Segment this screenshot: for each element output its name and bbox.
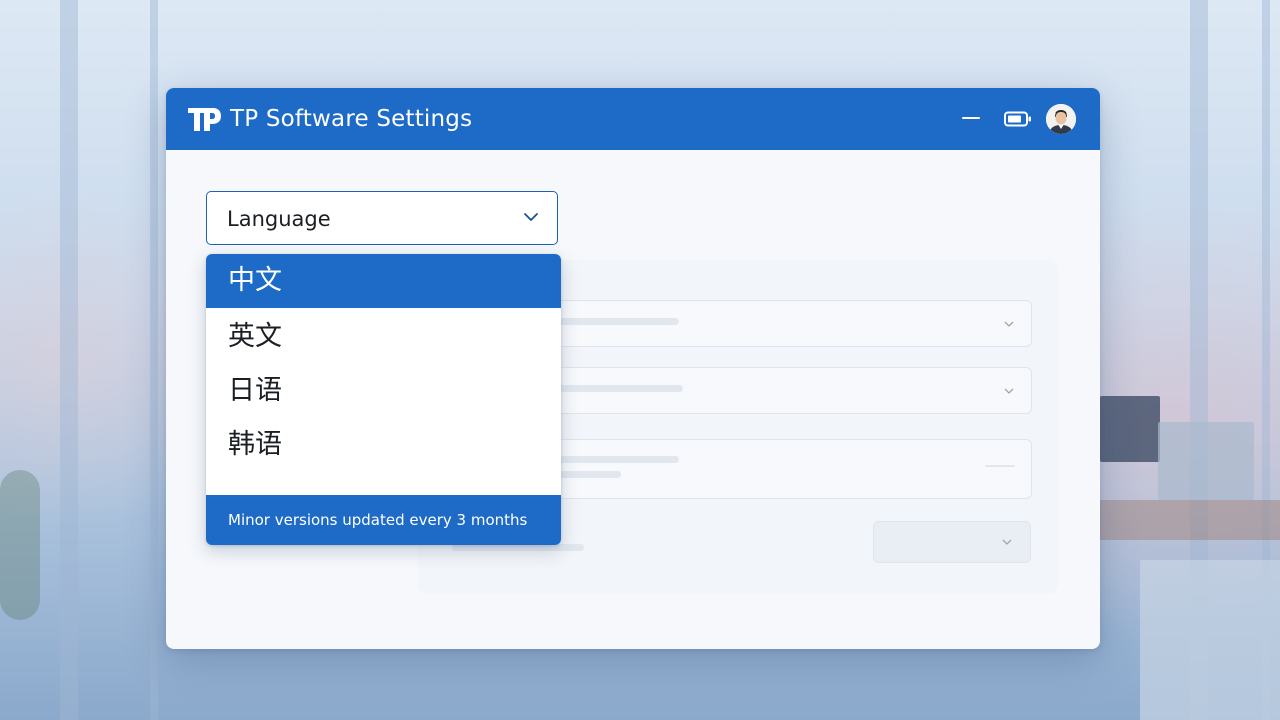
window-title: TP Software Settings: [230, 106, 473, 132]
background-desk: [1100, 500, 1280, 540]
language-option-korean[interactable]: 韩语: [206, 418, 561, 472]
placeholder-text: [452, 544, 584, 551]
chevron-down-icon: [1004, 321, 1014, 327]
background-monitor: [1100, 396, 1160, 462]
placeholder-text: [559, 318, 679, 325]
chevron-down-icon: [1004, 388, 1014, 394]
placeholder-select[interactable]: [873, 521, 1031, 563]
background-window-frame: [150, 0, 158, 720]
minimize-icon[interactable]: [962, 117, 980, 119]
placeholder-text: [559, 385, 683, 392]
title-bar: TP Software Settings: [166, 88, 1100, 150]
tp-logo-icon: [188, 108, 221, 131]
battery-icon: [1004, 111, 1031, 127]
language-select-label: Language: [227, 207, 331, 231]
background-window-frame: [60, 0, 78, 720]
placeholder-select[interactable]: [518, 367, 1032, 414]
chevron-down-icon: [1002, 539, 1012, 545]
background-cabinet: [1140, 560, 1280, 720]
dropdown-footer: Minor versions updated every 3 months: [206, 495, 561, 545]
language-option-japanese[interactable]: 日语: [206, 364, 561, 418]
background-plant: [0, 470, 40, 620]
user-avatar[interactable]: [1046, 104, 1076, 134]
language-option-english[interactable]: 英文: [206, 310, 561, 364]
update-note: Minor versions updated every 3 months: [228, 511, 528, 529]
language-select[interactable]: Language: [206, 191, 558, 245]
person-icon: [1046, 104, 1076, 134]
placeholder-textarea[interactable]: [518, 439, 1032, 499]
chevron-down-icon[interactable]: [523, 212, 539, 222]
language-option-chinese[interactable]: 中文: [206, 254, 561, 308]
placeholder-select[interactable]: [518, 300, 1032, 347]
language-dropdown-list: 中文 英文 日语 韩语 Minor versions updated every…: [206, 254, 561, 545]
placeholder-divider: [985, 465, 1015, 467]
settings-window: TP Software Settings Language 中文 英文 日语 韩…: [166, 88, 1100, 649]
background-monitor: [1158, 422, 1254, 500]
placeholder-text: [559, 471, 621, 478]
placeholder-text: [559, 456, 679, 463]
